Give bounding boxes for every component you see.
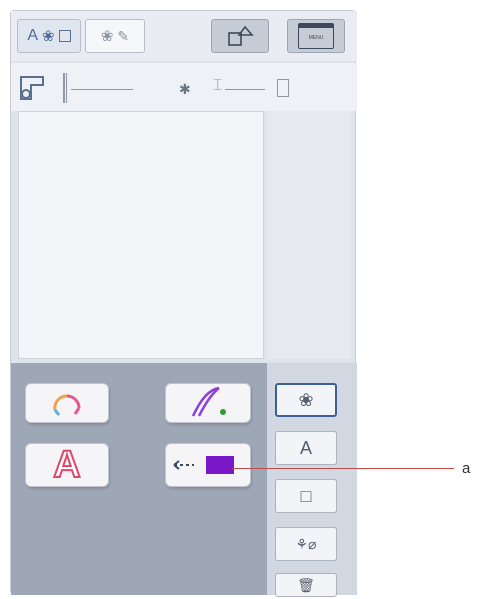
add-stitch-tile[interactable]	[165, 383, 251, 423]
character-button[interactable]: A	[275, 431, 337, 465]
color-change-tile[interactable]	[25, 383, 109, 423]
text-tile[interactable]: A	[25, 443, 109, 487]
pattern-button[interactable]: ❀	[275, 383, 337, 417]
settings-row: ✱ ⌶	[11, 63, 357, 111]
color-wheel-icon	[53, 394, 81, 416]
edit-pattern-icon: ⚘⌀	[295, 535, 317, 552]
color-swatch-arrow-icon	[173, 456, 234, 474]
letter-a-icon: A	[299, 437, 312, 458]
pen-stroke-icon	[191, 386, 226, 417]
template-button[interactable]	[211, 19, 269, 53]
trash-icon: 🗑	[297, 576, 315, 593]
function-panel: A	[11, 363, 267, 595]
pattern-canvas[interactable]	[18, 111, 264, 359]
needle-scale-line	[71, 89, 133, 90]
machine-screen: A ❀ ❀ ✎ MENU ✱ ⌶ A ❀ A □ ⚘⌀ 🗑	[10, 10, 357, 597]
square-frame-icon: □	[300, 485, 312, 506]
tab-decorative[interactable]: ❀ ✎	[85, 19, 145, 53]
tab-character-pattern[interactable]: A ❀	[17, 19, 81, 53]
frame-icon	[58, 30, 71, 42]
menu-icon-text: MENU	[308, 35, 324, 41]
menu-icon: MENU	[298, 23, 334, 49]
outlined-letter-a-icon: A	[52, 444, 81, 486]
spacing-icon: ⌶	[213, 77, 223, 94]
thread-color-tile[interactable]	[165, 443, 251, 487]
callout-line	[232, 468, 454, 469]
callout-label: a	[462, 460, 471, 477]
width-box-icon	[277, 79, 289, 97]
machine-icon[interactable]	[17, 75, 51, 103]
flower-icon: ❀	[100, 28, 114, 45]
flower-icon: ❀	[42, 28, 55, 45]
delete-button[interactable]: 🗑	[275, 573, 337, 597]
side-button-column: ❀ A □ ⚘⌀ 🗑	[267, 363, 357, 597]
needle-position-icon	[63, 73, 67, 103]
flower-icon: ❀	[298, 389, 314, 410]
right-preview-strip	[267, 111, 351, 359]
pencil-icon: ✎	[117, 27, 130, 44]
top-toolbar: A ❀ ❀ ✎ MENU	[11, 11, 357, 61]
shapes-icon	[228, 25, 254, 46]
stitch-icon: ✱	[179, 81, 191, 97]
edit-button[interactable]: ⚘⌀	[275, 527, 337, 561]
tab-text-label: A	[27, 27, 39, 44]
frame-button[interactable]: □	[275, 479, 337, 513]
menu-button[interactable]: MENU	[287, 19, 345, 53]
spacing-scale-line	[225, 89, 265, 90]
